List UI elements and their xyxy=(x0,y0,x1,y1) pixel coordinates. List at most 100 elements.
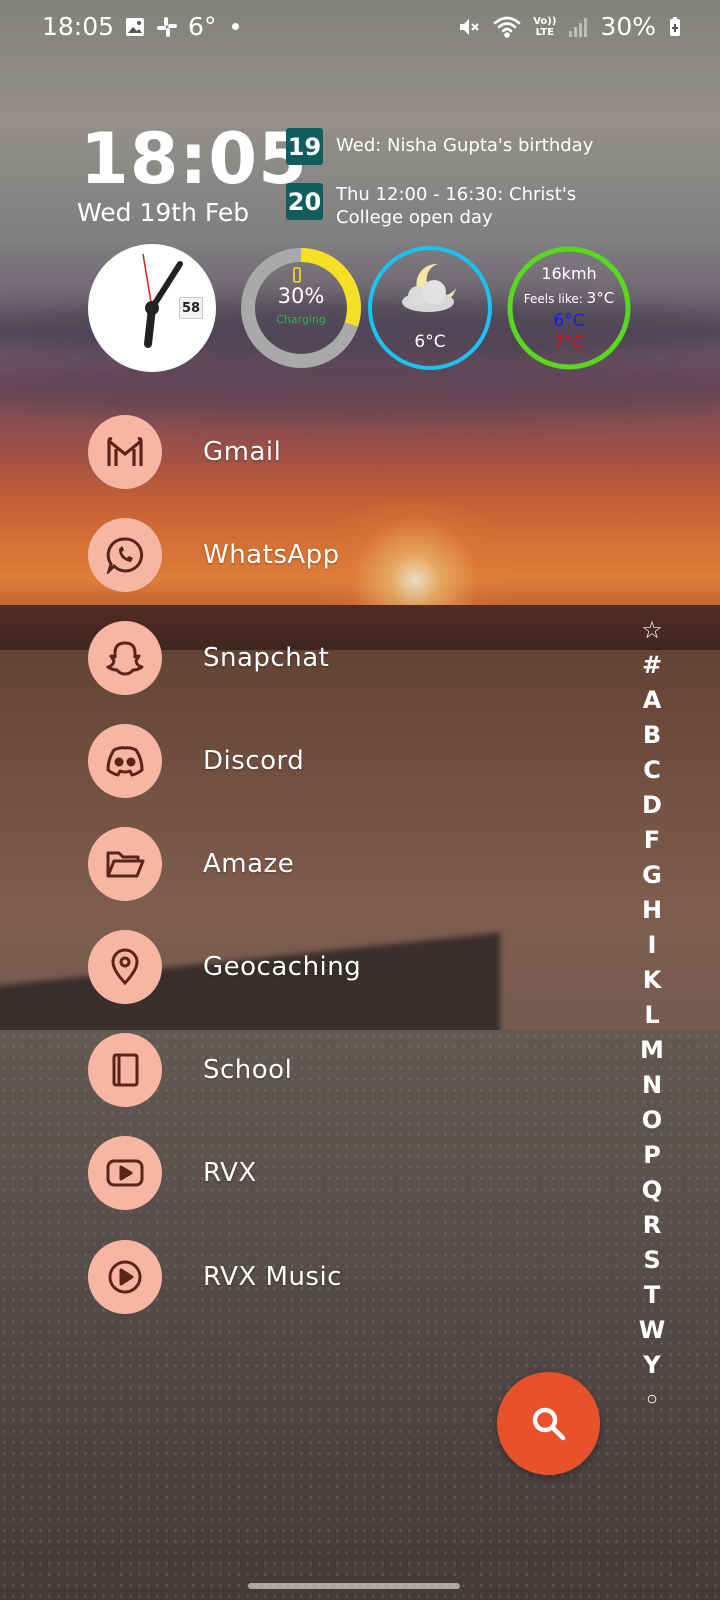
mute-icon xyxy=(457,15,481,39)
app-icon-circle xyxy=(88,621,162,695)
wallpaper xyxy=(0,0,720,1600)
temperature-high: 7°C xyxy=(553,333,585,353)
status-temperature: 6° xyxy=(188,12,217,41)
alphabet-index-letter[interactable]: I xyxy=(636,927,668,962)
status-time: 18:05 xyxy=(42,12,115,41)
status-bar: 18:05 6° Vo)) LTE 30% xyxy=(0,0,720,54)
music-play-icon xyxy=(108,1260,142,1294)
home-gesture-bar[interactable] xyxy=(248,1583,460,1589)
alphabet-index-letter[interactable]: R xyxy=(636,1207,668,1242)
battery-status: Charging xyxy=(276,313,326,326)
youtube-icon xyxy=(106,1159,144,1187)
app-whatsapp[interactable]: WhatsApp xyxy=(88,518,508,592)
status-battery: 30% xyxy=(600,12,656,41)
wallpaper-dim xyxy=(0,0,720,1600)
notification-dot xyxy=(232,23,240,30)
alphabet-index-letter[interactable]: H xyxy=(636,892,668,927)
calendar-day-badge: 19 xyxy=(286,128,323,165)
alphabet-index-letter[interactable]: N xyxy=(636,1067,668,1102)
discord-icon xyxy=(106,746,144,777)
volte-icon: Vo)) LTE xyxy=(533,16,556,38)
app-label: Discord xyxy=(203,746,305,776)
battery-widget[interactable]: 30% Charging xyxy=(237,244,365,372)
app-label: RVX xyxy=(203,1158,257,1188)
folder-icon xyxy=(106,851,145,878)
app-snapchat[interactable]: Snapchat xyxy=(88,621,508,695)
alphabet-index-letter[interactable]: G xyxy=(636,857,668,892)
alphabet-index-letter[interactable]: Q xyxy=(636,1172,668,1207)
wind-speed: 16kmh xyxy=(541,264,597,283)
alphabet-index-letter[interactable]: F xyxy=(636,822,668,857)
volte-label-top: Vo)) xyxy=(533,15,557,27)
alphabet-index-letter[interactable]: # xyxy=(636,647,668,682)
calendar-event[interactable]: 19 Wed: Nisha Gupta's birthday xyxy=(286,128,646,165)
alphabet-index-letter[interactable]: ☆ xyxy=(636,612,668,647)
battery-saver-icon xyxy=(668,16,682,38)
alphabet-index-letter[interactable]: C xyxy=(636,752,668,787)
search-icon xyxy=(532,1407,565,1440)
app-amaze[interactable]: Amaze xyxy=(88,827,508,901)
search-button[interactable] xyxy=(497,1372,600,1475)
alphabet-index-letter[interactable]: B xyxy=(636,717,668,752)
alphabet-index-letter[interactable]: D xyxy=(636,787,668,822)
location-pin-icon xyxy=(111,948,139,986)
app-rvx-music[interactable]: RVX Music xyxy=(88,1240,508,1314)
weather-temperature: 6°C xyxy=(414,332,446,352)
app-geocaching[interactable]: Geocaching xyxy=(88,930,508,1004)
snapchat-icon xyxy=(106,641,144,676)
clock-date[interactable]: Wed 19th Feb xyxy=(77,198,249,227)
wifi-icon xyxy=(493,15,521,39)
app-icon-circle xyxy=(88,827,162,901)
clock-time[interactable]: 18:05 xyxy=(80,118,308,200)
app-icon-circle xyxy=(88,1240,162,1314)
feels-like-value: 3°C xyxy=(586,289,615,307)
calendar-event[interactable]: 20 Thu 12:00 - 16:30: Christ's College o… xyxy=(286,183,646,229)
temperature-low: 6°C xyxy=(553,311,585,331)
feels-like-label: Feels like: xyxy=(523,292,583,306)
volte-label-bottom: LTE xyxy=(535,26,554,38)
alphabet-index-letter[interactable]: O xyxy=(636,1102,668,1137)
app-icon-circle xyxy=(88,1033,162,1107)
alphabet-index-letter[interactable]: A xyxy=(636,682,668,717)
gmail-icon xyxy=(107,437,143,466)
app-rvx[interactable]: RVX xyxy=(88,1136,508,1210)
app-label: School xyxy=(203,1055,293,1085)
gallery-icon xyxy=(124,16,146,38)
weather-widget[interactable]: 6°C xyxy=(366,244,494,372)
alphabet-index-letter[interactable]: P xyxy=(636,1137,668,1172)
alphabet-index-letter[interactable]: ◦ xyxy=(636,1382,668,1417)
calendar-event-text: Thu 12:00 - 16:30: Christ's College open… xyxy=(336,184,577,228)
alphabet-index-letter[interactable]: L xyxy=(636,997,668,1032)
alphabet-index-letter[interactable]: S xyxy=(636,1242,668,1277)
moon-cloud-icon xyxy=(402,263,456,312)
app-discord[interactable]: Discord xyxy=(88,724,508,798)
alphabet-index-letter[interactable]: M xyxy=(636,1032,668,1067)
app-icon-circle xyxy=(88,1136,162,1210)
battery-percent: 30% xyxy=(277,284,325,308)
signal-icon xyxy=(568,16,588,38)
battery-small-icon xyxy=(293,267,301,283)
app-gmail[interactable]: Gmail xyxy=(88,415,508,489)
alphabet-index-letter[interactable]: Y xyxy=(636,1347,668,1382)
app-icon-circle xyxy=(88,724,162,798)
analog-clock-widget[interactable]: 58 xyxy=(88,244,216,372)
app-label: WhatsApp xyxy=(203,540,340,570)
app-school[interactable]: School xyxy=(88,1033,508,1107)
book-icon xyxy=(112,1053,139,1087)
status-bar-right: Vo)) LTE 30% xyxy=(457,12,682,41)
alphabet-index[interactable]: ☆ # A B C D F G H I K L M N O P Q R S T W Y ◦ xyxy=(636,612,668,1417)
wind-widget[interactable]: 16kmh Feels like: 3°C 6°C 7°C xyxy=(505,244,633,372)
status-bar-left: 18:05 6° xyxy=(42,12,240,41)
alphabet-index-letter[interactable]: T xyxy=(636,1277,668,1312)
app-label: Gmail xyxy=(203,437,282,467)
app-label: Geocaching xyxy=(203,952,362,982)
battery-ring xyxy=(241,248,361,368)
alphabet-index-letter[interactable]: W xyxy=(636,1312,668,1347)
app-icon-circle xyxy=(88,930,162,1004)
alphabet-index-letter[interactable]: K xyxy=(636,962,668,997)
app-icon-circle xyxy=(88,518,162,592)
analog-clock-seconds: 58 xyxy=(179,297,203,319)
slack-icon xyxy=(156,16,178,38)
feels-like-row: Feels like: 3°C xyxy=(505,289,633,307)
app-label: RVX Music xyxy=(203,1262,342,1292)
